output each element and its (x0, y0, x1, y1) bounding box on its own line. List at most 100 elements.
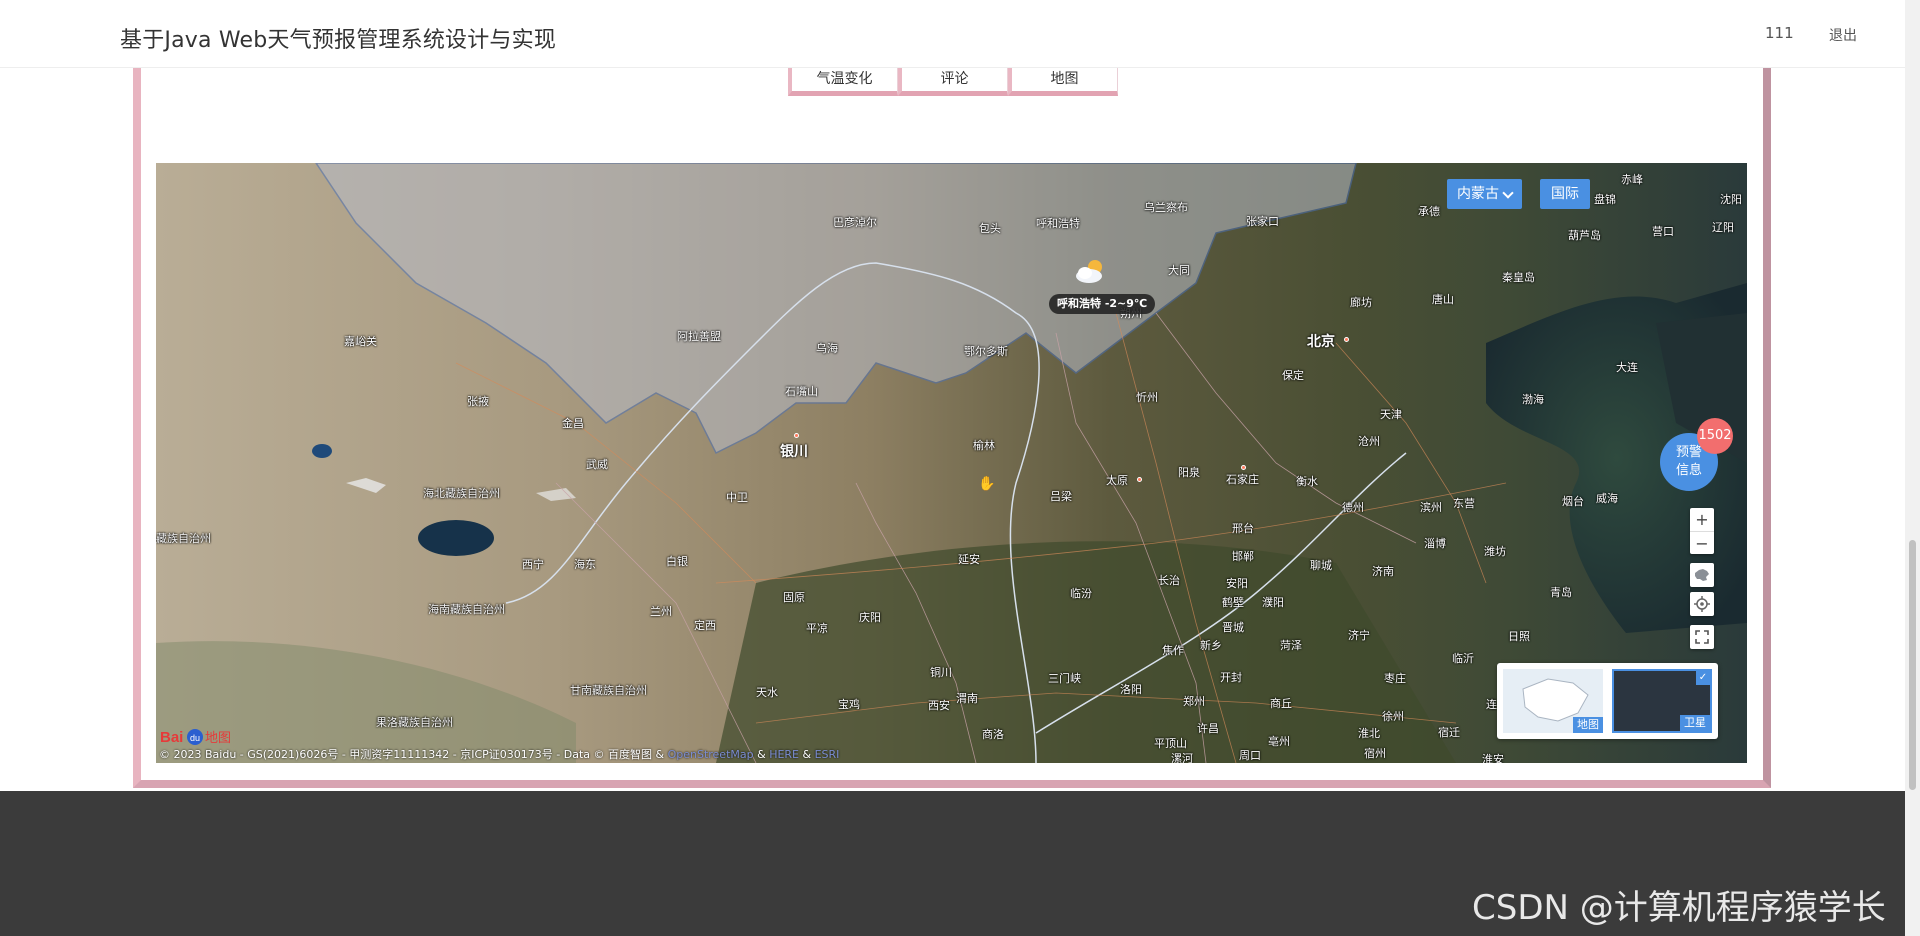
chevron-down-icon (1502, 187, 1514, 199)
map-type-satellite[interactable]: ✓ 卫星 (1612, 669, 1712, 733)
city-label: 赤峰 (1621, 173, 1643, 186)
city-label: 金昌 (562, 417, 584, 430)
tab-map[interactable]: 地图 (1008, 68, 1118, 96)
city-label: 西宁 (522, 558, 544, 571)
city-label: 淮安 (1482, 753, 1504, 763)
city-label: 石嘴山 (785, 385, 818, 398)
city-label: 威海 (1596, 492, 1618, 505)
city-label: 平凉 (806, 622, 828, 635)
city-label: 临沂 (1452, 652, 1474, 665)
here-link[interactable]: HERE (769, 748, 799, 761)
city-label: 开封 (1220, 671, 1242, 684)
check-icon: ✓ (1696, 671, 1710, 685)
locate-icon (1694, 596, 1710, 612)
city-label: 盘锦 (1594, 193, 1616, 206)
page: 基于Java Web天气预报管理系统设计与实现 111 退出 气温变化 评论 地… (0, 0, 1920, 936)
map-type-standard-label: 地图 (1573, 717, 1603, 733)
tab-comments[interactable]: 评论 (898, 68, 1008, 96)
city-label: 兰州 (650, 605, 672, 618)
city-label: 渤海 (1522, 393, 1544, 406)
city-label: 葫芦岛 (1568, 229, 1601, 242)
scrollbar-thumb[interactable] (1909, 540, 1916, 790)
city-label: 北京 (1307, 334, 1335, 350)
tab-temperature-change[interactable]: 气温变化 (788, 68, 898, 96)
city-label: 淮北 (1358, 727, 1380, 740)
city-dot (1241, 465, 1246, 470)
city-label: 大连 (1616, 361, 1638, 374)
locate-button[interactable] (1690, 592, 1714, 616)
city-label: 潍坊 (1484, 545, 1506, 558)
city-label: 巴彦淖尔 (833, 216, 877, 229)
city-label: 商洛 (982, 728, 1004, 741)
svg-text:du: du (190, 733, 200, 743)
city-label: 衡水 (1296, 475, 1318, 488)
city-label: 漯河 (1171, 752, 1193, 763)
city-label: 西安 (928, 699, 950, 712)
city-label: 枣庄 (1384, 672, 1406, 685)
city-label: 青岛 (1550, 586, 1572, 599)
city-label: 乌海 (816, 342, 838, 355)
city-label: 临汾 (1070, 587, 1092, 600)
partly-cloudy-icon[interactable] (1073, 257, 1109, 285)
city-label: 营口 (1652, 225, 1674, 238)
city-label: 三门峡 (1048, 672, 1081, 685)
city-label: 渭南 (956, 692, 978, 705)
baidu-map-logo: Bai du 地图 (160, 729, 231, 746)
city-label: 石家庄 (1226, 473, 1259, 486)
region-select-label: 内蒙古 (1457, 186, 1499, 202)
city-label: 郑州 (1183, 695, 1205, 708)
zoom-in-button[interactable]: + (1690, 508, 1714, 531)
zoom-control: + − (1690, 508, 1714, 554)
china-map-icon (1695, 569, 1709, 581)
header: 基于Java Web天气预报管理系统设计与实现 111 退出 (0, 0, 1920, 68)
city-label: 乌兰察布 (1144, 201, 1188, 214)
tab-bar: 气温变化 评论 地图 (788, 68, 1118, 96)
city-label: 鹤壁 (1222, 596, 1244, 609)
separator: & (753, 748, 770, 761)
city-label: 新乡 (1200, 639, 1222, 652)
city-label: 商丘 (1270, 697, 1292, 710)
city-label: 周口 (1239, 749, 1261, 762)
openstreetmap-link[interactable]: OpenStreetMap (668, 748, 754, 761)
city-label: 呼和浩特 (1036, 217, 1080, 230)
map-type-switcher: 地图 ✓ 卫星 (1497, 663, 1718, 739)
logout-link[interactable]: 退出 (1829, 25, 1857, 45)
site-title: 基于Java Web天气预报管理系统设计与实现 (120, 28, 557, 53)
warning-line-2: 信息 (1675, 463, 1702, 478)
city-label: 武威 (586, 458, 608, 471)
china-map-button[interactable] (1690, 563, 1714, 587)
map-view[interactable]: 北京 天津 银川 太原 石家庄 呼和浩特 包头 巴彦淖尔 乌兰察布 张家口 承德… (156, 163, 1747, 763)
city-label: 濮阳 (1262, 596, 1284, 609)
region-select[interactable]: 内蒙古 (1447, 179, 1522, 209)
city-label: 阿拉善盟 (677, 330, 721, 343)
page-scrollbar[interactable] (1905, 0, 1920, 936)
city-label: 海东 (574, 558, 596, 571)
map-copyright: © 2023 Baidu - GS(2021)6026号 - 甲测资字11111… (159, 746, 839, 762)
warning-count-badge: 1502 (1697, 418, 1733, 454)
zoom-out-button[interactable]: − (1690, 531, 1714, 554)
city-label: 洛阳 (1120, 683, 1142, 696)
fullscreen-button[interactable] (1690, 625, 1714, 649)
city-label: 银川 (780, 444, 808, 460)
weather-label[interactable]: 呼和浩特 -2~9℃ (1049, 294, 1156, 314)
svg-text:地图: 地图 (205, 731, 231, 746)
copyright-text: © 2023 Baidu - GS(2021)6026号 - 甲测资字11111… (159, 748, 668, 761)
city-label: 铜川 (930, 666, 952, 679)
esri-link[interactable]: ESRI (815, 748, 840, 761)
city-label: 张家口 (1246, 215, 1279, 228)
prefecture-label: 藏族自治州 (156, 532, 211, 545)
city-dot (794, 433, 799, 438)
city-label: 日照 (1508, 630, 1530, 643)
city-label: 焦作 (1162, 644, 1184, 657)
city-label: 辽阳 (1712, 221, 1734, 234)
hand-cursor-icon: ✋ (978, 476, 996, 492)
city-label: 晋城 (1222, 621, 1244, 634)
city-label: 唐山 (1432, 293, 1454, 306)
city-label: 聊城 (1310, 559, 1332, 572)
watermark: CSDN @计算机程序猿学长 (1472, 888, 1886, 928)
map-type-standard[interactable]: 地图 (1503, 669, 1603, 733)
city-label: 安阳 (1226, 577, 1248, 590)
user-link[interactable]: 111 (1765, 24, 1794, 42)
international-button[interactable]: 国际 (1540, 179, 1590, 209)
city-label: 德州 (1342, 501, 1364, 514)
